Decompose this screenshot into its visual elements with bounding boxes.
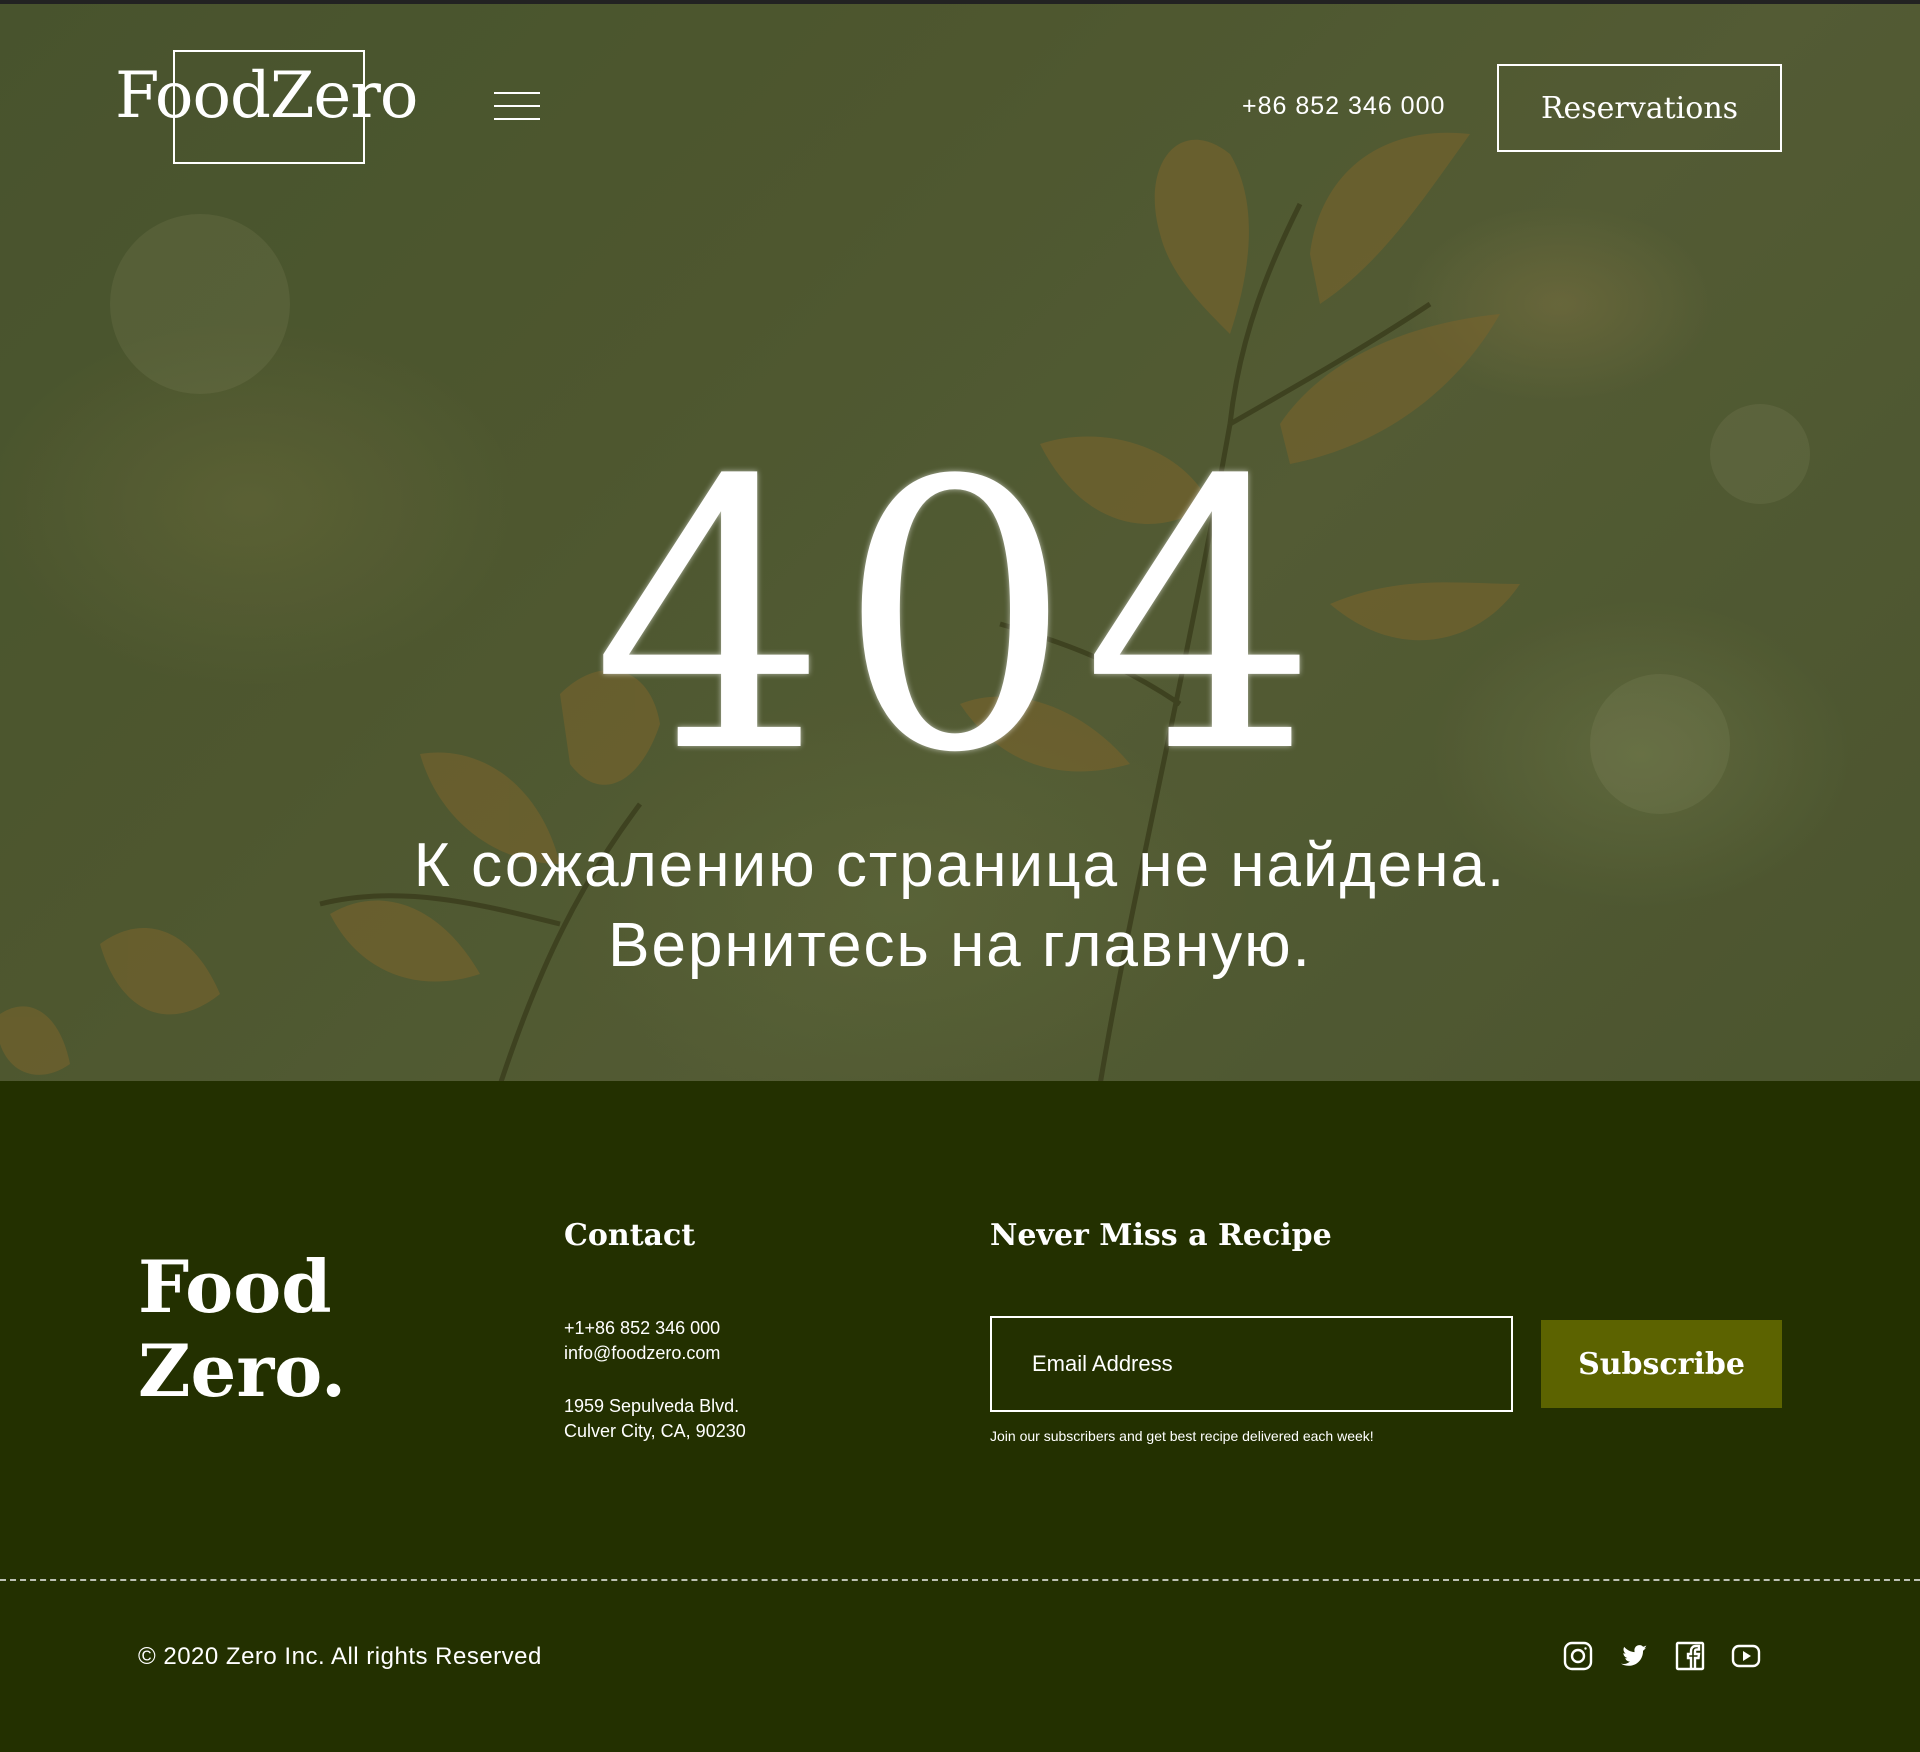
footer-logo[interactable]: Food Zero.: [138, 1245, 346, 1413]
header-phone[interactable]: +86 852 346 000: [1242, 92, 1445, 121]
logo-text: FoodZero: [115, 59, 418, 133]
instagram-icon[interactable]: [1562, 1640, 1594, 1672]
error-code: 404: [591, 404, 1329, 834]
error-message: К сожалению страница не найдена. Верните…: [0, 826, 1920, 986]
newsletter-title: Never Miss a Recipe: [990, 1218, 1332, 1253]
contact-email[interactable]: info@foodzero.com: [564, 1343, 720, 1364]
error-message-line2[interactable]: Вернитесь на главную.: [0, 906, 1920, 986]
contact-title: Contact: [564, 1218, 696, 1253]
contact-phone[interactable]: +1+86 852 346 000: [564, 1318, 720, 1339]
facebook-icon[interactable]: [1674, 1640, 1706, 1672]
contact-address-line1: 1959 Sepulveda Blvd.: [564, 1396, 740, 1416]
twitter-icon[interactable]: [1618, 1640, 1650, 1672]
menu-icon[interactable]: [494, 92, 540, 122]
subscribe-button[interactable]: Subscribe: [1541, 1320, 1782, 1408]
site-logo[interactable]: FoodZero: [115, 46, 435, 166]
menu-icon-line: [494, 105, 540, 107]
menu-icon-line: [494, 92, 540, 94]
hero-section: FoodZero +86 852 346 000 Reservations 40…: [0, 0, 1920, 1081]
contact-address-line2: Culver City, CA, 90230: [564, 1421, 746, 1441]
menu-icon-line: [494, 118, 540, 120]
email-input[interactable]: [990, 1316, 1513, 1412]
error-message-line1: К сожалению страница не найдена.: [413, 831, 1507, 900]
footer-logo-line2: Zero.: [138, 1328, 347, 1413]
footer-divider: [0, 1579, 1920, 1581]
youtube-icon[interactable]: [1730, 1640, 1762, 1672]
footer-logo-line1: Food: [138, 1244, 332, 1329]
reservations-button[interactable]: Reservations: [1497, 64, 1782, 152]
copyright-text: © 2020 Zero Inc. All rights Reserved: [138, 1643, 542, 1670]
newsletter-note: Join our subscribers and get best recipe…: [990, 1428, 1374, 1444]
